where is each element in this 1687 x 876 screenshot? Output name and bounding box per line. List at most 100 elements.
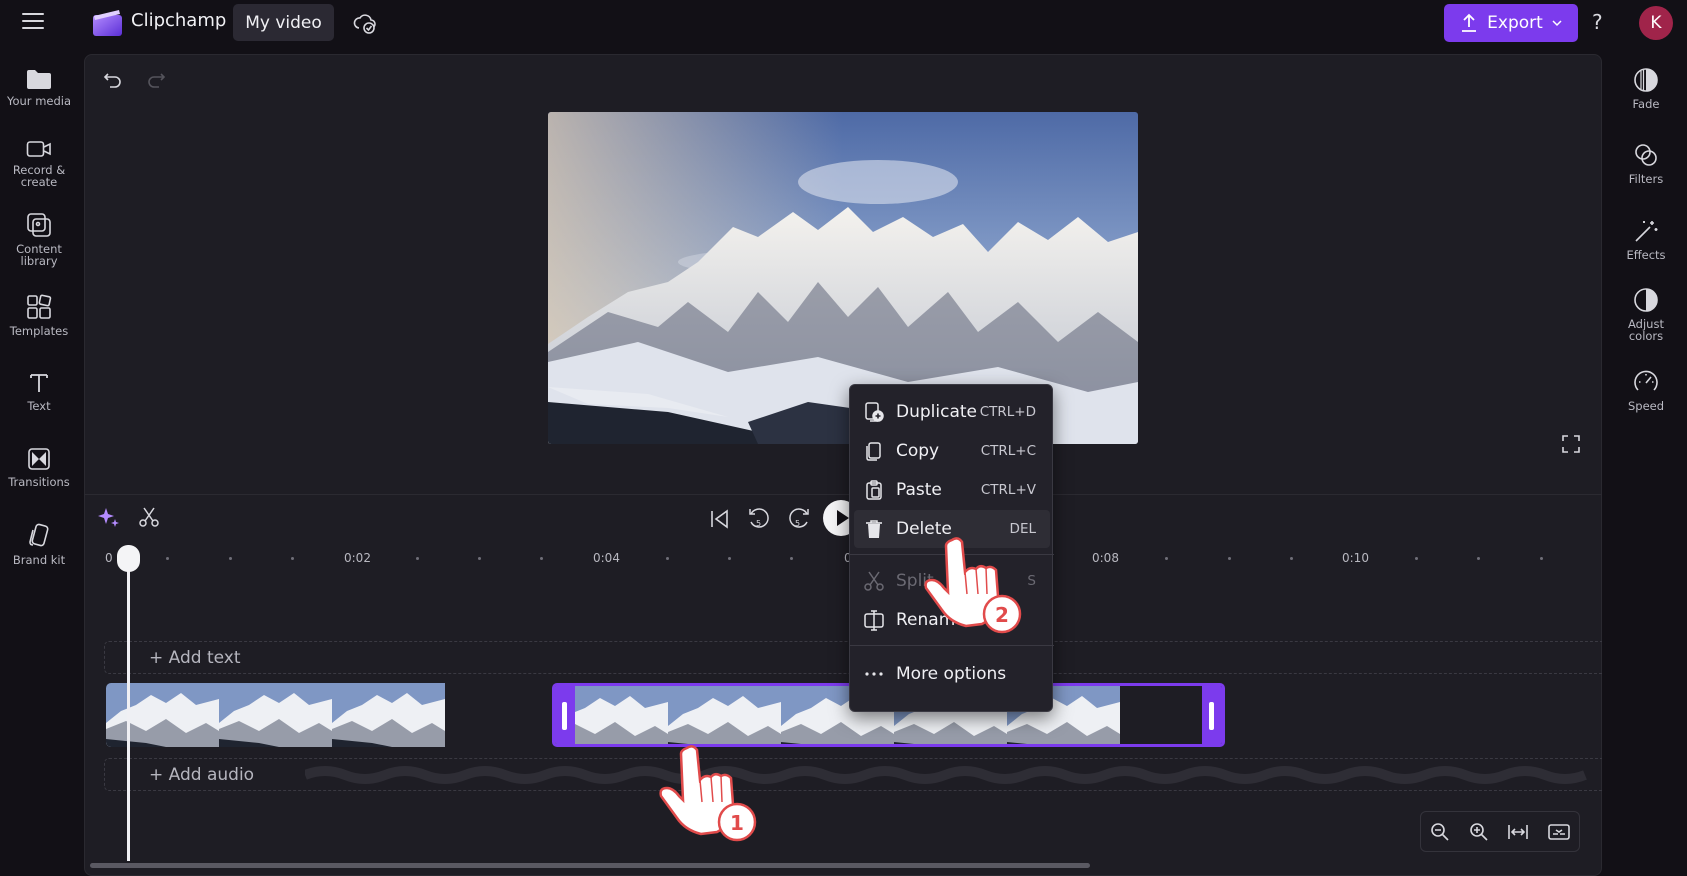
ruler-dot bbox=[790, 557, 793, 560]
sidebar-item-content-library[interactable]: Content library bbox=[0, 212, 78, 267]
divider bbox=[84, 494, 1602, 495]
sidebar-item-label: Text bbox=[27, 399, 51, 413]
ruler-dot bbox=[166, 557, 169, 560]
ruler-dot bbox=[291, 557, 294, 560]
menu-item-more-options[interactable]: More options bbox=[850, 655, 1054, 693]
copy-icon bbox=[866, 442, 881, 461]
sidebar-item-label: Your media bbox=[6, 94, 72, 108]
timeline-scrollbar[interactable] bbox=[90, 863, 1090, 868]
audio-track[interactable]: + Add audio bbox=[104, 758, 1602, 791]
playhead-handle[interactable] bbox=[117, 545, 140, 572]
undo-icon[interactable] bbox=[103, 70, 123, 94]
sidebar-item-label: Brand kit bbox=[12, 553, 66, 567]
menu-divider bbox=[850, 645, 1054, 646]
ruler-label: 0 bbox=[105, 551, 113, 565]
export-label: Export bbox=[1487, 13, 1543, 33]
ruler-label: 0:08 bbox=[1092, 551, 1119, 565]
ruler-dot bbox=[478, 557, 481, 560]
fullscreen-icon[interactable] bbox=[1561, 434, 1581, 458]
rewind-5s-icon[interactable]: 5 bbox=[747, 506, 771, 536]
sidebar-item-label: Fade bbox=[1632, 97, 1660, 111]
ruler-dot bbox=[728, 557, 731, 560]
sidebar-item-label-2: library bbox=[20, 254, 58, 268]
transitions-icon bbox=[28, 448, 50, 470]
templates-icon bbox=[27, 294, 52, 319]
delete-icon bbox=[866, 520, 882, 538]
pointer-hand-step-1: 1 bbox=[655, 742, 765, 851]
export-button[interactable]: Export bbox=[1444, 4, 1578, 42]
sidebar-item-label-2: colors bbox=[1628, 329, 1664, 343]
menu-item-duplicate[interactable]: Duplicate CTRL+D bbox=[850, 393, 1054, 431]
sidebar-item-label: Templates bbox=[9, 324, 69, 338]
ruler-dot bbox=[416, 557, 419, 560]
sidebar-item-filters[interactable]: Filters bbox=[1606, 142, 1686, 185]
fade-icon bbox=[1634, 68, 1658, 92]
forward-5s-icon[interactable]: 5 bbox=[787, 506, 811, 536]
menu-icon[interactable] bbox=[22, 13, 44, 31]
split-icon bbox=[864, 571, 884, 591]
sidebar-item-speed[interactable]: Speed bbox=[1606, 369, 1686, 412]
step-1-number: 1 bbox=[730, 811, 744, 835]
ruler-label: 0:04 bbox=[593, 551, 620, 565]
sidebar-item-your-media[interactable]: Your media bbox=[0, 68, 78, 107]
trim-handle-right[interactable] bbox=[1202, 686, 1222, 744]
top-bar: Clipchamp My video Export ? K bbox=[0, 0, 1687, 46]
svg-text:5: 5 bbox=[756, 519, 761, 528]
upload-icon bbox=[1462, 13, 1477, 32]
video-clip-1[interactable] bbox=[106, 683, 550, 747]
sidebar-item-fade[interactable]: Fade bbox=[1606, 67, 1686, 110]
clip-thumbnail bbox=[332, 683, 445, 747]
zoom-out-icon[interactable] bbox=[1430, 822, 1450, 842]
effects-icon bbox=[1635, 221, 1658, 242]
ruler-dot bbox=[1165, 557, 1168, 560]
ruler-dot bbox=[1540, 557, 1543, 560]
duplicate-icon bbox=[865, 402, 884, 422]
ruler-dot bbox=[666, 557, 669, 560]
clip-thumbnail bbox=[106, 683, 219, 747]
fit-timeline-icon[interactable] bbox=[1507, 822, 1529, 842]
menu-item-shortcut: CTRL+C bbox=[980, 443, 1036, 459]
sidebar-item-transitions[interactable]: Transitions bbox=[0, 447, 78, 488]
sidebar-item-templates[interactable]: Templates bbox=[0, 294, 78, 337]
clipchamp-logo-icon bbox=[92, 8, 123, 37]
clip-thumbnail bbox=[668, 686, 781, 744]
playhead[interactable] bbox=[127, 556, 130, 861]
ruler-dot bbox=[540, 557, 543, 560]
sidebar-item-label: Filters bbox=[1628, 172, 1664, 186]
scissors-icon[interactable] bbox=[138, 506, 160, 532]
menu-item-shortcut: CTRL+V bbox=[980, 482, 1036, 498]
magic-sparkle-icon[interactable] bbox=[98, 506, 120, 532]
adjust-colors-icon bbox=[1634, 288, 1658, 312]
sidebar-item-brand-kit[interactable]: Brand kit bbox=[0, 523, 78, 566]
sidebar-item-label: Transitions bbox=[8, 475, 70, 489]
add-text-label: + Add text bbox=[149, 648, 241, 668]
ruler-dot bbox=[1228, 557, 1231, 560]
help-button[interactable]: ? bbox=[1592, 10, 1603, 34]
text-icon bbox=[30, 374, 48, 392]
redo-icon[interactable] bbox=[146, 70, 166, 94]
trim-handle-left[interactable] bbox=[555, 686, 575, 744]
menu-item-shortcut: CTRL+D bbox=[979, 404, 1036, 420]
zoom-in-icon[interactable] bbox=[1469, 822, 1489, 842]
paste-icon bbox=[866, 480, 882, 500]
captions-icon[interactable] bbox=[1547, 823, 1570, 841]
menu-item-copy[interactable]: Copy CTRL+C bbox=[850, 432, 1054, 470]
cloud-saved-icon[interactable] bbox=[352, 11, 378, 35]
audio-waveform-placeholder bbox=[305, 766, 1587, 784]
step-2-number: 2 bbox=[995, 603, 1009, 627]
sidebar-item-text[interactable]: Text bbox=[0, 371, 78, 412]
library-icon bbox=[27, 213, 51, 237]
app-name: Clipchamp bbox=[131, 10, 227, 31]
menu-item-paste[interactable]: Paste CTRL+V bbox=[850, 471, 1054, 509]
add-audio-label: + Add audio bbox=[149, 765, 255, 785]
sidebar-item-effects[interactable]: Effects bbox=[1606, 218, 1686, 261]
project-title-tab[interactable]: My video bbox=[233, 4, 334, 41]
zoom-controls bbox=[1420, 811, 1580, 852]
sidebar-item-adjust-colors[interactable]: Adjust colors bbox=[1606, 287, 1686, 342]
avatar[interactable]: K bbox=[1639, 6, 1673, 40]
menu-item-label: More options bbox=[896, 664, 1007, 684]
skip-back-icon[interactable] bbox=[709, 508, 731, 534]
sidebar-item-record-create[interactable]: Record & create bbox=[0, 139, 78, 188]
ruler-dot bbox=[1477, 557, 1480, 560]
sidebar-item-label-2: create bbox=[20, 175, 58, 189]
